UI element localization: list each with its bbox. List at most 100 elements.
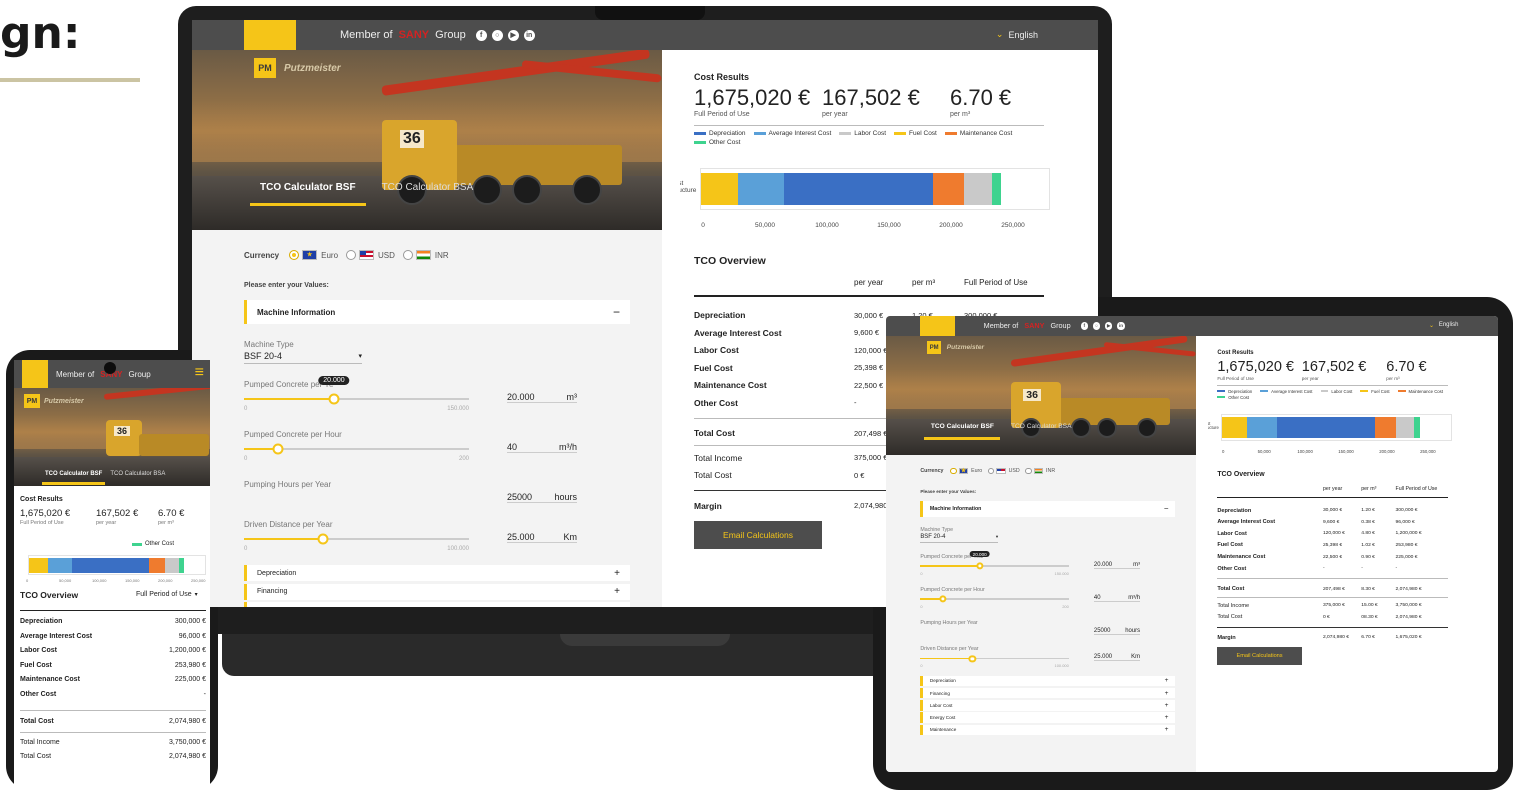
radio-button[interactable]	[1024, 467, 1032, 475]
divider	[20, 710, 206, 711]
radio-button[interactable]	[402, 250, 413, 260]
section-maintenance[interactable]: Maintenance +	[920, 724, 1176, 736]
value-input[interactable]: 25.000 Km	[1093, 654, 1141, 661]
machine-type-select[interactable]: BSF 20-4 ▾	[244, 351, 362, 364]
value-input[interactable]: 25000 hours	[507, 492, 577, 503]
email-calculations-button[interactable]: Email Calculations	[694, 521, 822, 549]
legend-swatch	[1320, 390, 1329, 393]
bar-segment-maintenance-cost	[964, 173, 993, 205]
slider-handle[interactable]	[968, 654, 976, 663]
instagram-icon[interactable]: ○	[491, 29, 503, 41]
value-input[interactable]: 20.000 m³	[1093, 562, 1141, 569]
legend-item: Depreciation	[1217, 389, 1252, 394]
range-slider[interactable]	[920, 595, 1069, 603]
section-financing[interactable]: Financing +	[920, 687, 1176, 699]
currency-option-usd[interactable]: USD	[987, 467, 1020, 475]
value-input[interactable]: 20.000 m³	[507, 392, 577, 403]
section-labor-cost[interactable]: Labor Cost +	[244, 602, 630, 607]
group-word: Group	[128, 369, 151, 379]
facebook-icon[interactable]: f	[475, 29, 487, 41]
slider-handle[interactable]	[328, 393, 340, 405]
calculator-tabs: TCO Calculator BSF TCO Calculator BSA	[250, 182, 489, 206]
category-line: Cost	[680, 180, 684, 187]
cell-full: 300,000 €	[174, 618, 206, 625]
total-period-cost: 1,675,020 €	[20, 508, 71, 519]
divider	[1217, 385, 1449, 387]
tab-calculator-bsa[interactable]: TCO Calculator BSA	[372, 182, 484, 206]
value-input[interactable]: 25000 hours	[1093, 628, 1141, 635]
slider-handle[interactable]	[938, 595, 947, 603]
slider-label: Pumping Hours per Year	[920, 619, 978, 626]
machine-type-select[interactable]: BSF 20-4 ▾	[920, 534, 999, 543]
value-input[interactable]: 40 m³/h	[1093, 595, 1141, 602]
radio-button[interactable]	[289, 250, 300, 260]
tab-calculator-bsf[interactable]: TCO Calculator BSF	[924, 423, 1001, 440]
language-selector[interactable]: ⌄ English	[996, 29, 1038, 40]
results-title: Cost Results	[694, 72, 750, 82]
section-machine-information[interactable]: Machine Information −	[920, 500, 1176, 517]
slider-label: Pumped Concrete per Hour	[920, 586, 985, 593]
section-depreciation[interactable]: Depreciation +	[920, 675, 1176, 687]
cell-full: 3,750,000 €	[1395, 603, 1422, 608]
flag-us-icon	[359, 250, 375, 260]
cell-full: 3,750,000 €	[169, 739, 206, 746]
currency-option-inr[interactable]: INR	[1024, 467, 1055, 475]
range-slider[interactable]: 20.000	[920, 550, 1069, 570]
range-slider[interactable]: 20.000	[244, 376, 469, 405]
section-financing[interactable]: Financing +	[244, 583, 630, 600]
truck-wheel	[572, 175, 602, 205]
language-selector[interactable]: ⌄ English	[1429, 322, 1458, 329]
expand-icon: +	[1164, 714, 1169, 722]
radio-button[interactable]	[346, 250, 357, 260]
x-tick-label: 250,000	[191, 578, 206, 583]
range-slider[interactable]	[244, 443, 469, 455]
section-labor-cost[interactable]: Labor Cost +	[920, 700, 1176, 711]
slider-handle[interactable]	[272, 443, 284, 455]
column-header: per m³	[1361, 485, 1377, 492]
slider-handle[interactable]	[317, 533, 329, 545]
tab-calculator-bsa[interactable]: TCO Calculator BSA	[107, 471, 168, 485]
youtube-icon[interactable]: ▶	[1105, 322, 1113, 330]
tab-calculator-bsf[interactable]: TCO Calculator BSF	[42, 471, 106, 485]
legend-swatch	[132, 542, 142, 546]
results-title: Cost Results	[20, 496, 63, 503]
email-calculations-button[interactable]: Email Calculations	[1217, 646, 1302, 666]
flag-eu-icon	[958, 467, 969, 475]
divider	[1217, 578, 1449, 580]
tab-calculator-bsf[interactable]: TCO Calculator BSF	[250, 182, 366, 206]
parent-brand: SANY	[398, 29, 430, 41]
chart-category-label: CostStructure	[680, 180, 696, 194]
tab-calculator-bsa[interactable]: TCO Calculator BSA	[1004, 423, 1078, 440]
unit-label: m³/h	[559, 442, 577, 452]
total-period-cost: 1,675,020 €	[694, 85, 811, 110]
radio-button[interactable]	[987, 467, 995, 475]
slider-handle[interactable]	[976, 562, 984, 570]
range-slider[interactable]	[920, 654, 1069, 663]
section-energy-cost[interactable]: Energy Cost +	[920, 712, 1176, 723]
youtube-icon[interactable]: ▶	[507, 29, 519, 41]
currency-option-euro[interactable]: Euro	[950, 467, 982, 475]
section-title: Machine Information	[257, 307, 336, 317]
slider-label: Driven Distance per Year	[920, 645, 979, 652]
section-machine-information[interactable]: Machine Information −	[244, 300, 630, 324]
flag-in-icon	[1033, 467, 1044, 475]
input-form-panel: Currency Euro USD INR Please enter your Valu…	[192, 230, 662, 607]
value-input[interactable]: 25.000 Km	[507, 532, 577, 543]
hamburger-menu-icon[interactable]: ≡	[195, 364, 204, 382]
tco-title: TCO Overview	[20, 590, 79, 600]
slider-min: 0	[920, 663, 923, 669]
legend-swatch	[1217, 390, 1226, 393]
currency-option-euro[interactable]: Euro	[289, 250, 338, 260]
range-slider[interactable]	[244, 533, 469, 545]
linkedin-icon[interactable]: in	[1117, 322, 1125, 330]
currency-option-inr[interactable]: INR	[402, 250, 449, 260]
linkedin-icon[interactable]: in	[523, 29, 535, 41]
section-depreciation[interactable]: Depreciation +	[244, 565, 630, 581]
period-selector[interactable]: Full Period of Use ▾	[136, 591, 198, 598]
instagram-icon[interactable]: ○	[1092, 322, 1101, 330]
row-label: Margin	[1217, 634, 1236, 641]
facebook-icon[interactable]: f	[1080, 322, 1088, 330]
value-input[interactable]: 40 m³/h	[507, 442, 577, 453]
currency-option-usd[interactable]: USD	[346, 250, 395, 260]
radio-button[interactable]	[950, 467, 957, 475]
